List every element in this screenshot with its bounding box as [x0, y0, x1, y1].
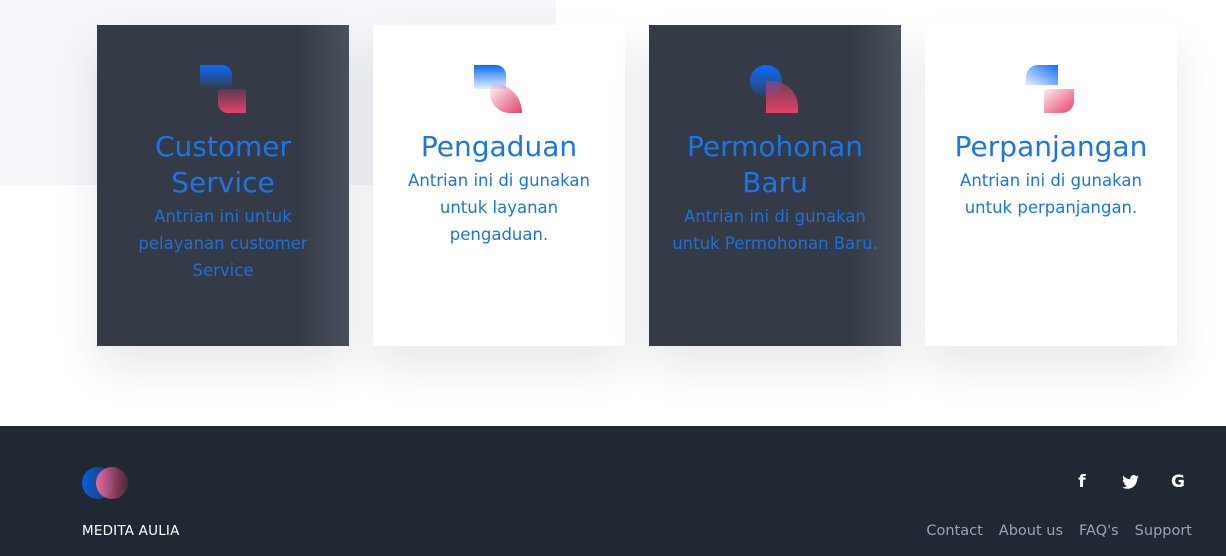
complaint-logo-icon — [474, 65, 524, 115]
twitter-icon[interactable] — [1116, 471, 1144, 493]
brand-logo-icon[interactable] — [82, 466, 130, 500]
customer-service-logo-icon — [198, 65, 248, 115]
card-perpanjangan[interactable]: Perpanjangan Antrian ini di gunakan untu… — [925, 25, 1177, 346]
google-glyph: G — [1171, 472, 1185, 492]
card-title: Perpanjangan — [954, 130, 1148, 163]
footer-link-support[interactable]: Support — [1135, 523, 1192, 539]
facebook-icon[interactable]: f — [1068, 471, 1096, 493]
card-description: Antrian ini di gunakan untuk layanan pen… — [408, 171, 590, 244]
footer-links: Contact About us FAQ's Support — [926, 523, 1192, 539]
facebook-glyph: f — [1078, 472, 1086, 492]
queue-cards: Customer Service Antrian ini untuk pelay… — [97, 25, 1177, 346]
card-permohonan-baru[interactable]: Permohonan Baru Antrian ini di gunakan u… — [649, 25, 901, 346]
card-description: Antrian ini untuk pelayanan customer Ser… — [138, 207, 308, 280]
social-links: f G — [1068, 471, 1192, 493]
footer-link-about[interactable]: About us — [999, 523, 1063, 539]
footer-brand-name: MEDITA AULIA — [82, 523, 180, 539]
card-customer-service[interactable]: Customer Service Antrian ini untuk pelay… — [97, 25, 349, 346]
google-icon[interactable]: G — [1164, 471, 1192, 493]
footer: MEDITA AULIA f G Contact About us FAQ's … — [0, 426, 1226, 556]
card-title: Permohonan Baru — [686, 130, 864, 199]
card-description: Antrian ini di gunakan untuk Permohonan … — [672, 207, 878, 253]
card-title: Customer Service — [154, 130, 291, 199]
card-description: Antrian ini di gunakan untuk perpanjanga… — [960, 171, 1142, 217]
renewal-logo-icon — [1026, 65, 1076, 115]
footer-link-faqs[interactable]: FAQ's — [1079, 523, 1119, 539]
card-pengaduan[interactable]: Pengaduan Antrian ini di gunakan untuk l… — [373, 25, 625, 346]
footer-link-contact[interactable]: Contact — [926, 523, 982, 539]
new-application-logo-icon — [750, 65, 800, 115]
card-title: Pengaduan — [420, 130, 578, 163]
